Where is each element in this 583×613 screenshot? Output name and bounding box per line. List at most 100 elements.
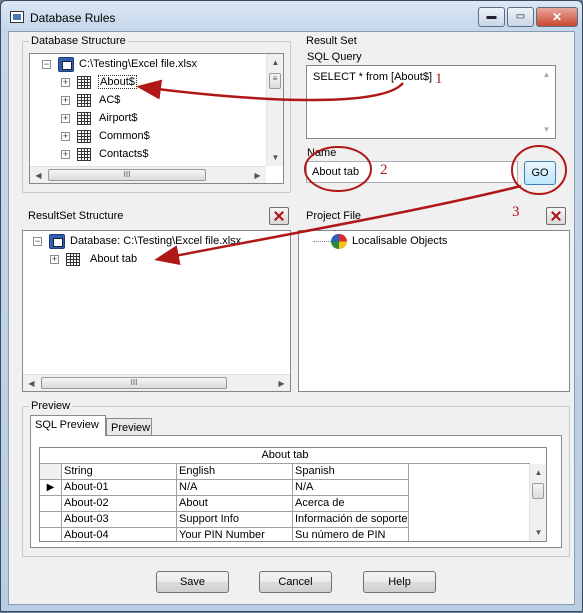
scroll-right-icon[interactable]: ▶ [249,167,266,184]
table-cell[interactable]: Support Info [177,512,293,528]
preview-panel: About tab String English Spanish ▶ About… [30,435,562,548]
grid-title: About tab [40,448,530,464]
table-cell[interactable]: Información de soporte [293,512,409,528]
scroll-up-icon[interactable]: ▲ [530,464,546,481]
tree-item-ac[interactable]: + AC$ [32,92,272,110]
app-icon [10,11,24,23]
cancel-button[interactable]: Cancel [259,571,332,593]
scroll-down-icon[interactable]: ▼ [267,149,284,166]
horizontal-scrollbar[interactable]: ◀ III ▶ [30,166,266,183]
expand-icon[interactable]: + [61,114,70,123]
minimize-button[interactable]: ▬ [478,7,505,27]
column-header[interactable]: String [62,464,177,480]
scroll-down-icon[interactable]: ▼ [530,524,546,541]
tree-item-label: AC$ [99,94,121,106]
tree-item-common[interactable]: + Common$ [32,128,272,146]
preview-label: Preview [29,400,73,412]
db-structure-label: Database Structure [29,35,128,47]
title-bar[interactable]: Database Rules ▬ ▭ ✕ [1,1,582,31]
expand-icon[interactable]: + [61,78,70,87]
localisable-objects-icon [331,234,347,249]
annotation-3: 3 [512,204,520,220]
maximize-button[interactable]: ▭ [507,7,534,27]
vertical-scrollbar[interactable]: ▲ ▼ [529,464,546,541]
tree-root-label: Database: C:\Testing\Excel file.xlsx [70,235,242,247]
scroll-thumb[interactable] [532,483,544,499]
help-button[interactable]: Help [363,571,436,593]
scroll-thumb[interactable]: III [41,377,227,389]
save-button[interactable]: Save [156,571,229,593]
sql-query-text: SELECT * from [About$] [313,71,433,83]
scroll-right-icon[interactable]: ▶ [273,375,290,392]
tree-item-airport[interactable]: + Airport$ [32,110,272,128]
dialog-window: Database Rules ▬ ▭ ✕ Database Structure … [0,0,583,612]
expand-icon[interactable]: + [61,150,70,159]
horizontal-scrollbar[interactable]: ◀ III ▶ [23,374,290,391]
current-row-arrow-icon: ▶ [40,480,62,496]
row-header[interactable] [40,496,62,512]
vertical-scrollbar[interactable]: ▲ ≡ ▼ [266,54,283,166]
preview-grid[interactable]: About tab String English Spanish ▶ About… [39,447,547,542]
column-header[interactable]: Spanish [293,464,409,480]
row-header-corner [40,464,62,480]
table-icon [77,130,91,143]
expand-icon[interactable]: + [61,96,70,105]
remove-resultset-icon[interactable] [269,207,289,225]
name-input-text: About tab [312,166,360,178]
go-button[interactable]: GO [524,161,556,185]
scroll-thumb[interactable]: III [48,169,206,181]
table-cell[interactable]: About-03 [62,512,177,528]
expand-icon[interactable]: + [50,255,59,264]
tree-item-label: Airport$ [99,112,138,124]
table-cell[interactable]: Your PIN Number [177,528,293,541]
table-cell[interactable]: About [177,496,293,512]
tree-item-contacts[interactable]: + Contacts$ [32,146,272,164]
table-icon [77,76,91,89]
resultset-structure-tree[interactable]: − Database: C:\Testing\Excel file.xlsx +… [22,230,291,392]
sql-query-input[interactable]: SELECT * from [About$] ▲ ▼ [306,65,556,139]
table-cell[interactable]: Su número de PIN [293,528,409,541]
table-icon [77,94,91,107]
tree-connector [313,241,331,242]
scroll-left-icon[interactable]: ◀ [23,375,40,392]
table-cell[interactable]: Acerca de [293,496,409,512]
table-cell[interactable]: About-02 [62,496,177,512]
table-icon [66,253,80,266]
tree-item-about[interactable]: + About$ [32,74,272,92]
scroll-down-icon[interactable]: ▼ [538,121,555,138]
vertical-scrollbar[interactable]: ▲ ▼ [538,66,555,138]
scroll-thumb[interactable]: ≡ [269,73,281,89]
table-cell[interactable]: About-04 [62,528,177,541]
name-input[interactable]: About tab [306,161,518,183]
close-button[interactable]: ✕ [536,7,578,27]
remove-project-icon[interactable] [546,207,566,225]
db-structure-tree[interactable]: − C:\Testing\Excel file.xlsx + About$ + … [29,53,284,184]
collapse-icon[interactable]: − [42,60,51,69]
scroll-up-icon[interactable]: ▲ [538,66,555,83]
table-cell[interactable]: N/A [177,480,293,496]
scroll-up-icon[interactable]: ▲ [267,54,284,71]
tree-item-label: About tab [90,253,138,265]
window-title: Database Rules [30,11,116,25]
tree-root[interactable]: − C:\Testing\Excel file.xlsx [32,56,272,74]
project-file-tree[interactable]: Localisable Objects [298,230,570,392]
name-label: Name [307,147,337,159]
expand-icon[interactable]: + [61,132,70,141]
table-icon [77,112,91,125]
tab-sql-preview[interactable]: SQL Preview [30,415,106,436]
column-header[interactable]: English [177,464,293,480]
table-icon [77,148,91,161]
row-header[interactable] [40,512,62,528]
row-header[interactable] [40,528,62,541]
table-cell[interactable]: About-01 [62,480,177,496]
tree-root[interactable]: Localisable Objects [301,233,561,251]
collapse-icon[interactable]: − [33,237,42,246]
dialog-client: Database Structure − C:\Testing\Excel fi… [8,31,575,605]
tree-root[interactable]: − Database: C:\Testing\Excel file.xlsx [25,233,285,251]
project-file-label: Project File [306,210,362,222]
tree-item-about-tab[interactable]: + About tab [25,251,285,269]
annotation-2: 2 [380,162,388,178]
table-cell[interactable]: N/A [293,480,409,496]
tree-item-label: Common$ [99,130,150,142]
scroll-left-icon[interactable]: ◀ [30,167,47,184]
